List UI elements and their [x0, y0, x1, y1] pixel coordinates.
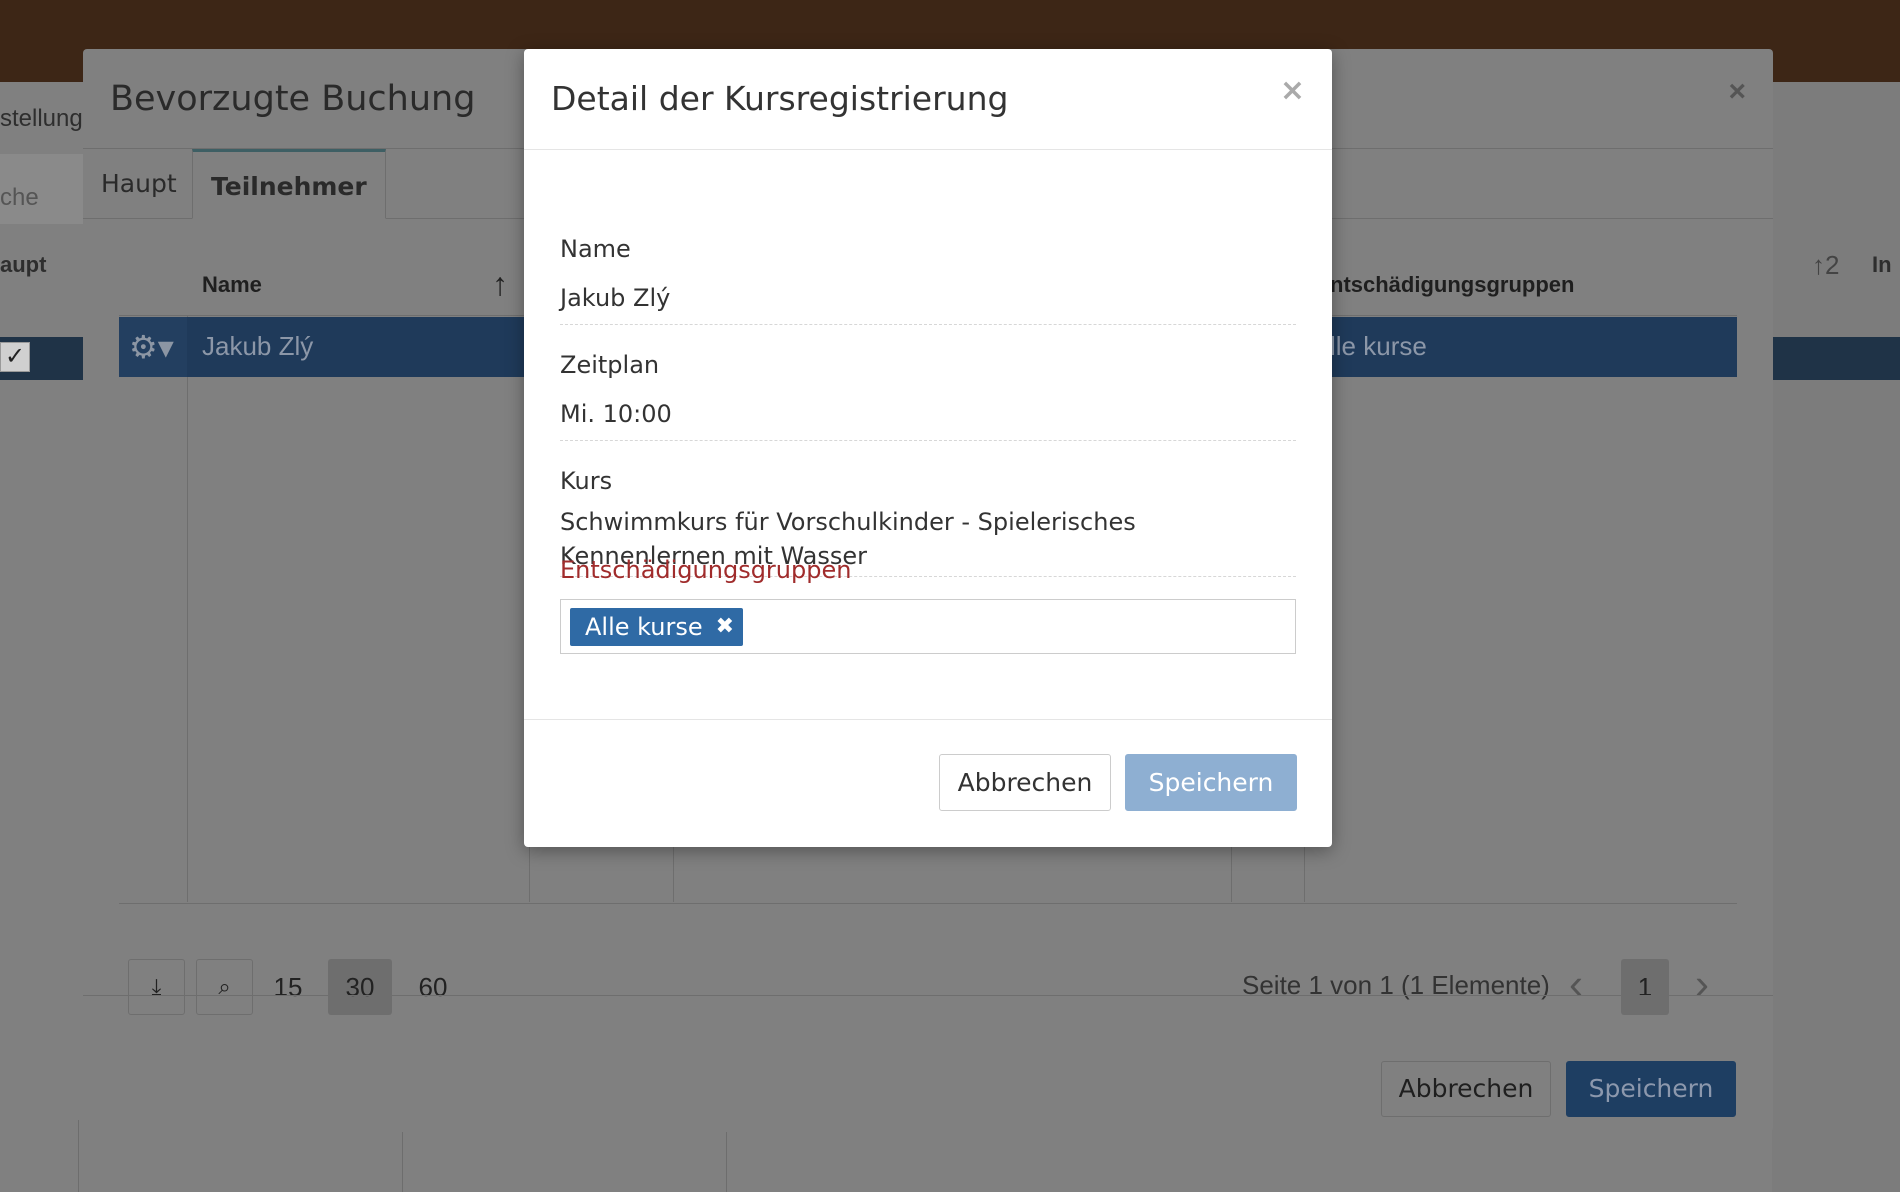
- close-icon[interactable]: ×: [1728, 75, 1746, 109]
- save-button[interactable]: Speichern: [1125, 754, 1297, 811]
- field-name: Name Jakub Zlý: [560, 235, 1296, 325]
- outer-save-button[interactable]: Speichern: [1566, 1061, 1736, 1117]
- gear-icon[interactable]: ⚙▾: [119, 317, 187, 377]
- compensation-groups-label: Entschädigungsgruppen: [560, 556, 852, 584]
- field-value: Jakub Zlý: [560, 284, 671, 312]
- dialog-header: Detail der Kursregistrierung ×: [524, 49, 1332, 150]
- outer-modal-footer: Abbrechen Speichern: [83, 995, 1773, 1132]
- dialog-footer: Abbrechen Speichern: [524, 719, 1332, 847]
- column-header-name[interactable]: Name: [202, 272, 262, 298]
- app-partial-search: che: [0, 184, 39, 211]
- compensation-groups-input[interactable]: Alle kurse ✖: [560, 599, 1296, 654]
- outer-modal-title: Bevorzugte Buchung: [110, 79, 476, 119]
- field-value: Mi. 10:00: [560, 400, 672, 428]
- close-icon[interactable]: ×: [1280, 73, 1305, 108]
- column-header-compensation[interactable]: ntschädigungsgruppen: [1330, 272, 1574, 298]
- app-partial-column-right: In: [1872, 252, 1892, 277]
- outer-cancel-button[interactable]: Abbrechen: [1381, 1061, 1551, 1117]
- row-compensation-cell: lle kurse: [1330, 331, 1427, 361]
- course-registration-dialog: Detail der Kursregistrierung × Name Jaku…: [524, 49, 1332, 847]
- row-name-cell: Jakub Zlý: [202, 331, 314, 361]
- tab-haupt[interactable]: Haupt: [83, 149, 195, 219]
- app-sort-indicator: ↑2: [1812, 250, 1840, 280]
- app-partial-column: aupt: [0, 252, 47, 277]
- sort-ascending-icon[interactable]: ↑: [492, 266, 508, 303]
- remove-tag-icon[interactable]: ✖: [716, 608, 734, 646]
- tag-chip: Alle kurse ✖: [570, 608, 743, 646]
- app-right-area: [1772, 82, 1900, 1192]
- field-label: Kurs: [560, 467, 613, 495]
- app-partial-label: stellung: [0, 105, 83, 132]
- app-row-checkbox[interactable]: ✓: [0, 342, 30, 372]
- field-schedule: Zeitplan Mi. 10:00: [560, 351, 1296, 441]
- app-col-divider: [78, 1120, 79, 1192]
- tab-teilnehmer[interactable]: Teilnehmer: [192, 149, 386, 219]
- field-label: Zeitplan: [560, 351, 660, 379]
- tag-label: Alle kurse: [585, 613, 703, 641]
- screen: stellung che aupt ↑2 In ✓ Bevorzugte Buc…: [0, 0, 1900, 1192]
- field-label: Name: [560, 235, 631, 263]
- grid-divider: [187, 316, 188, 902]
- grid-pager: ⤓ ⌕ 15 30 60 Seite 1 von 1 (1 Elemente) …: [119, 903, 1737, 1015]
- cancel-button[interactable]: Abbrechen: [939, 754, 1111, 811]
- dialog-title: Detail der Kursregistrierung: [551, 79, 1009, 118]
